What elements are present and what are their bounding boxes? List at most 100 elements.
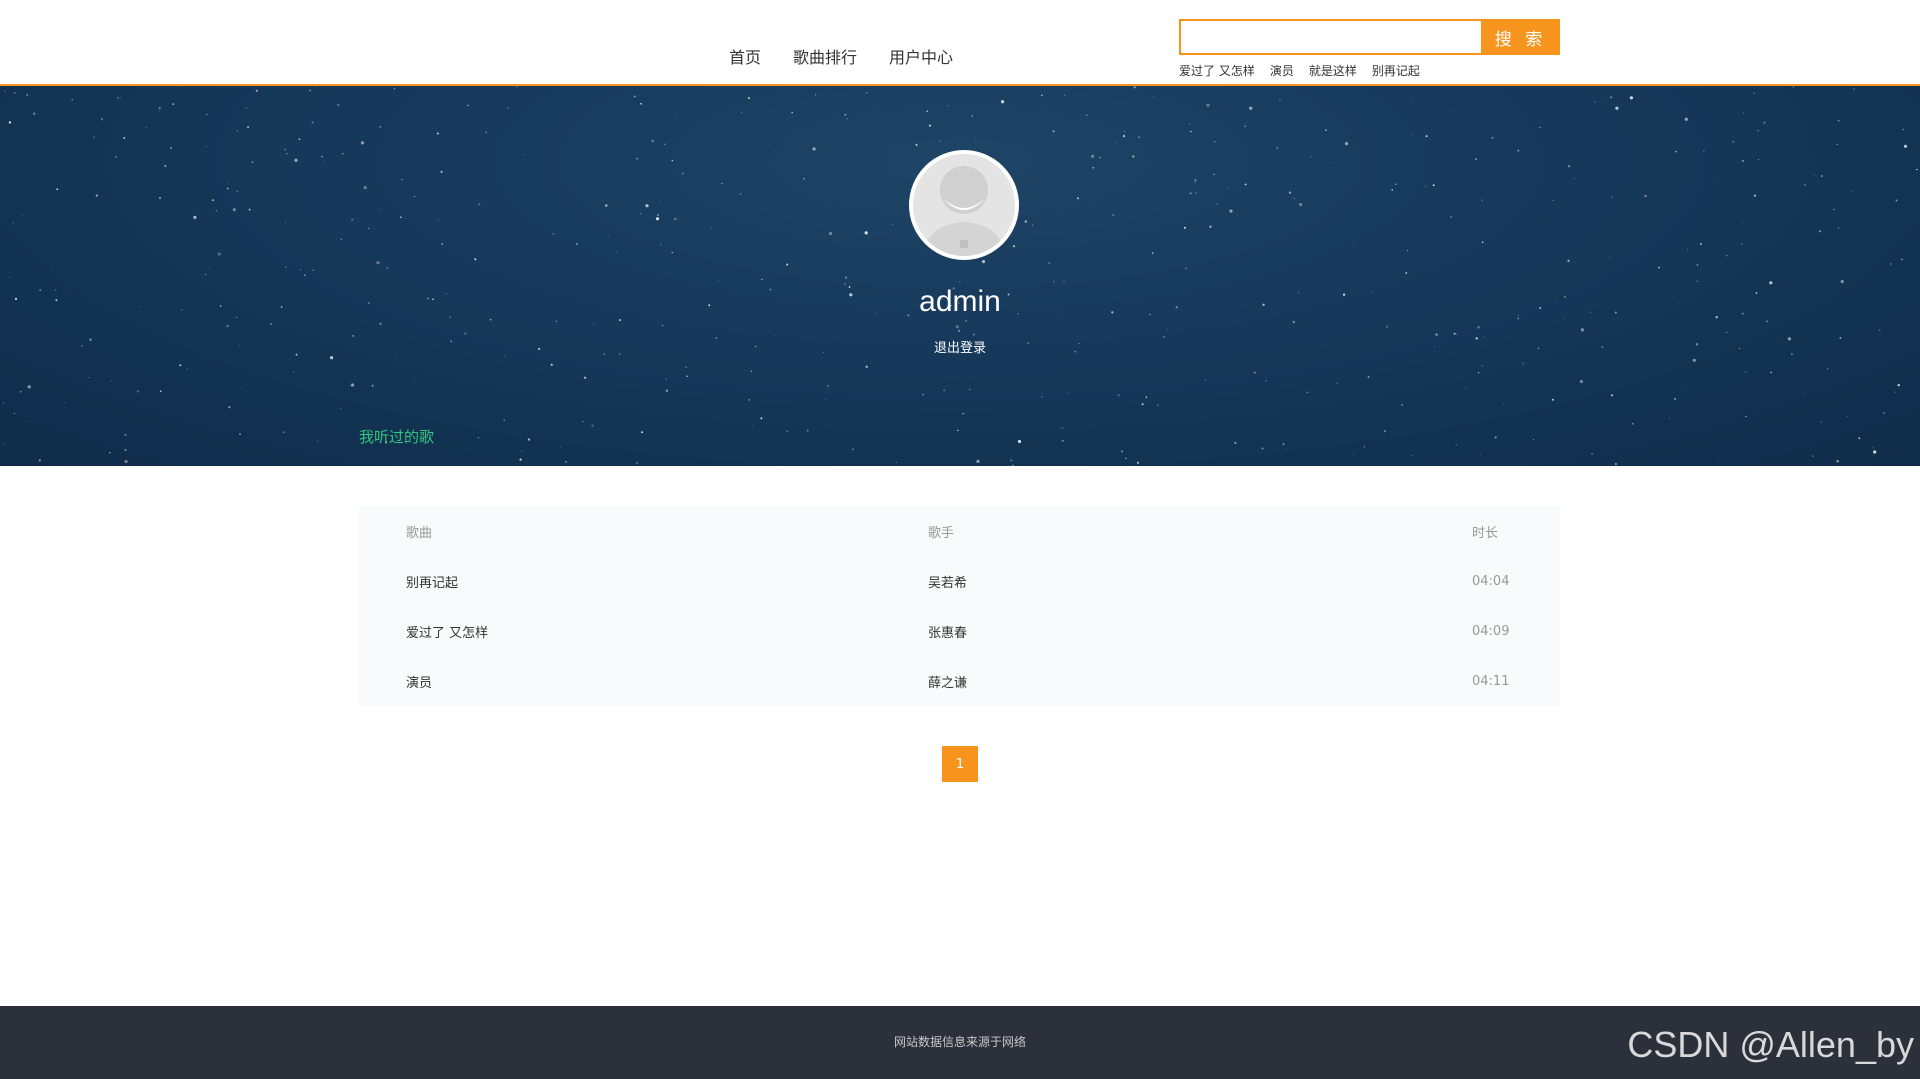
star bbox=[1032, 224, 1034, 226]
pagination-page-1[interactable]: 1 bbox=[942, 746, 978, 782]
star bbox=[939, 140, 941, 142]
star bbox=[1873, 450, 1877, 454]
star bbox=[591, 424, 594, 427]
song-title[interactable]: 别再记起 bbox=[406, 572, 458, 591]
star bbox=[1261, 447, 1264, 450]
star bbox=[393, 88, 395, 90]
song-duration: 04:09 bbox=[1472, 623, 1510, 639]
star bbox=[1411, 134, 1412, 136]
star bbox=[717, 279, 719, 281]
star bbox=[1879, 329, 1881, 332]
star bbox=[1833, 208, 1835, 211]
star bbox=[193, 215, 197, 219]
star bbox=[1167, 329, 1169, 331]
star bbox=[844, 113, 847, 116]
star bbox=[1700, 243, 1702, 245]
star bbox=[315, 86, 317, 87]
nav-user-center[interactable]: 用户中心 bbox=[889, 44, 953, 68]
star bbox=[1067, 391, 1069, 393]
star bbox=[915, 143, 918, 146]
star bbox=[1897, 383, 1900, 387]
song-title[interactable]: 演员 bbox=[406, 672, 432, 691]
star bbox=[1882, 412, 1885, 415]
star bbox=[1517, 149, 1520, 152]
star bbox=[1591, 453, 1593, 455]
star bbox=[1742, 222, 1744, 224]
star bbox=[284, 148, 286, 151]
star bbox=[311, 121, 314, 124]
logout-link[interactable]: 退出登录 bbox=[0, 337, 1920, 356]
star bbox=[968, 388, 971, 391]
star bbox=[1352, 241, 1354, 243]
hot-keyword[interactable]: 就是这样 bbox=[1309, 62, 1357, 79]
star bbox=[1475, 158, 1478, 160]
tab-listened-songs[interactable]: 我听过的歌 bbox=[359, 426, 434, 447]
star bbox=[864, 361, 866, 362]
nav-home[interactable]: 首页 bbox=[729, 44, 761, 68]
star bbox=[1425, 135, 1428, 138]
star bbox=[323, 161, 325, 163]
star bbox=[64, 402, 66, 403]
star bbox=[1040, 94, 1043, 97]
table-row[interactable]: 演员 薛之谦 04:11 bbox=[359, 656, 1560, 706]
table-row[interactable]: 别再记起 吴若希 04:04 bbox=[359, 556, 1560, 606]
star bbox=[1450, 216, 1452, 218]
star bbox=[170, 147, 172, 149]
star bbox=[1792, 86, 1794, 88]
star bbox=[761, 278, 763, 280]
star bbox=[267, 371, 269, 373]
star bbox=[1042, 393, 1044, 394]
star bbox=[1745, 415, 1747, 418]
site-footer: 网站数据信息来源于网络 CSDN @Allen_by bbox=[0, 1006, 1920, 1079]
star bbox=[321, 156, 323, 158]
star bbox=[88, 376, 90, 378]
star bbox=[1803, 183, 1807, 186]
star bbox=[436, 132, 439, 135]
star bbox=[363, 186, 367, 190]
star bbox=[1012, 245, 1016, 248]
star bbox=[636, 157, 638, 160]
star bbox=[1551, 398, 1554, 401]
star bbox=[342, 152, 344, 155]
star bbox=[1894, 391, 1896, 393]
star bbox=[1112, 214, 1115, 217]
star bbox=[371, 384, 374, 387]
star bbox=[282, 431, 285, 434]
hot-keyword[interactable]: 爱过了 又怎样 bbox=[1179, 62, 1255, 79]
star bbox=[316, 440, 319, 443]
nav-song-ranking[interactable]: 歌曲排行 bbox=[793, 44, 857, 68]
star bbox=[1424, 185, 1427, 188]
star bbox=[1784, 155, 1785, 157]
search-button[interactable]: 搜 索 bbox=[1481, 19, 1560, 55]
star bbox=[1757, 159, 1759, 161]
song-title[interactable]: 爱过了 又怎样 bbox=[406, 622, 488, 641]
star bbox=[1644, 194, 1647, 198]
star bbox=[1872, 447, 1874, 449]
star bbox=[58, 393, 59, 395]
search-input[interactable] bbox=[1179, 19, 1481, 55]
hot-keyword[interactable]: 别再记起 bbox=[1372, 62, 1420, 79]
star bbox=[1189, 123, 1191, 125]
star bbox=[1456, 333, 1458, 335]
star bbox=[1053, 280, 1055, 283]
star bbox=[1114, 141, 1116, 143]
star bbox=[1813, 174, 1815, 176]
star bbox=[1539, 126, 1541, 129]
star bbox=[1594, 101, 1596, 103]
table-row[interactable]: 爱过了 又怎样 张惠春 04:09 bbox=[359, 606, 1560, 656]
song-singer: 薛之谦 bbox=[928, 675, 968, 691]
star bbox=[739, 193, 742, 195]
star bbox=[177, 86, 180, 87]
star bbox=[8, 121, 12, 124]
star bbox=[1204, 379, 1206, 381]
star bbox=[964, 319, 968, 322]
star bbox=[576, 242, 578, 245]
star bbox=[752, 425, 754, 427]
star bbox=[1812, 455, 1814, 457]
star bbox=[1183, 226, 1186, 229]
star bbox=[245, 107, 247, 109]
star bbox=[14, 413, 16, 414]
star bbox=[971, 115, 974, 117]
star bbox=[228, 181, 230, 183]
hot-keyword[interactable]: 演员 bbox=[1270, 62, 1294, 79]
